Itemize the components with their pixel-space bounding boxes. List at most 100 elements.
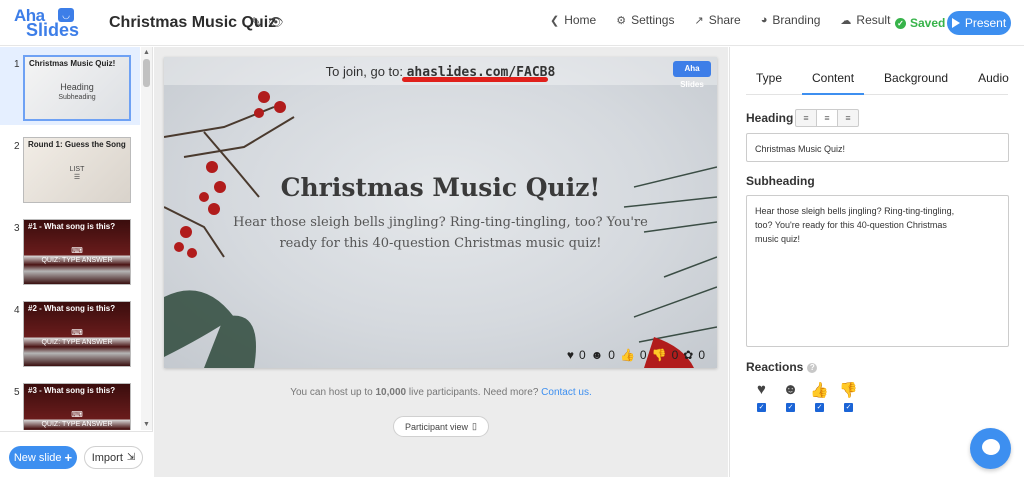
slide-list: 1 Christmas Music Quiz! Heading Subheadi… [0,47,140,430]
slide-thumb-title: Round 1: Guess the Song [28,140,126,149]
nav-share[interactable]: ↗ Share [694,13,740,27]
smile-checkbox[interactable]: ✓ [786,403,795,412]
pencil-icon[interactable]: ✎ [251,15,261,29]
slide-heading: Christmas Music Quiz! [280,173,601,202]
reactions-label-text: Reactions [746,360,804,374]
extra-reaction-icon: ✿ [683,348,694,362]
slide-list-scrollbar[interactable]: ▲ ▼ [141,47,152,430]
slide-item[interactable]: 1 Christmas Music Quiz! Heading Subheadi… [0,47,140,125]
slide-item[interactable]: 5 #3 - What song is this? ⌨ QUIZ: TYPE A… [0,375,140,430]
slide-number: 4 [14,305,20,316]
title-actions: ✎ 👁 [251,15,288,29]
text-align-group: ≡ ≡ ≡ [795,109,859,127]
nav-home-label: Home [564,13,597,27]
import-label: Import [91,451,123,464]
heading-input[interactable]: Christmas Music Quiz! [746,133,1009,162]
nav-branding[interactable]: ◕ Branding [761,13,821,27]
slide-thumb-title: #2 - What song is this? [28,304,116,313]
scroll-up-icon[interactable]: ▲ [143,49,150,56]
scroll-down-icon[interactable]: ▼ [143,421,150,428]
chat-support-button[interactable] [970,428,1011,469]
keyboard-icon: ⌨ [71,246,83,255]
thumbs-up-checkbox[interactable]: ✓ [815,403,824,412]
reaction-thumbs-down: 👎 ✓ [834,381,863,412]
nav-result[interactable]: ☁ Result [840,13,890,27]
thumbs-down-count: 0 [671,348,679,362]
smile-icon: ☻ [782,381,799,398]
ahaslides-logo[interactable]: Aha ◡ Slides [12,6,88,40]
slide-thumbnail[interactable]: Christmas Music Quiz! Heading Subheading [23,55,131,121]
thumbs-down-icon: 👎 [839,382,858,399]
tab-content[interactable]: Content [802,47,865,95]
tab-audio[interactable]: Audio [978,47,1009,95]
join-prefix: To join, go to: [325,64,403,79]
keyboard-icon: ⌨ [71,328,83,337]
slide-thumb-title: #1 - What song is this? [28,222,116,231]
slide-item[interactable]: 4 #2 - What song is this? ⌨ QUIZ: TYPE A… [0,293,140,371]
nav-settings-label: Settings [631,13,675,27]
slide-thumbnail[interactable]: #2 - What song is this? ⌨ QUIZ: TYPE ANS… [23,301,131,367]
saved-label: Saved [910,16,946,30]
slide-sidebar: 1 Christmas Music Quiz! Heading Subheadi… [0,47,153,477]
nav-share-label: Share [708,13,741,27]
thumbs-down-checkbox[interactable]: ✓ [844,403,853,412]
import-icon: ⇲ [126,452,136,463]
keyboard-icon: ⌨ [71,410,83,419]
slide-thumbnail[interactable]: #1 - What song is this? ⌨ QUIZ: TYPE ANS… [23,219,131,285]
slide-thumb-type: QUIZ: TYPE ANSWER [41,257,113,264]
extra-reaction-count: 0 [698,348,705,362]
nav-settings[interactable]: ⚙ Settings [616,13,674,27]
slide-thumbnail[interactable]: #3 - What song is this? ⌨ QUIZ: TYPE ANS… [23,383,131,430]
help-icon[interactable]: ? [807,362,818,373]
slide-settings-panel: Type Content Background Audio Heading ≡ … [729,47,1024,477]
heart-count: 0 [578,348,586,362]
slide-number: 2 [14,141,20,152]
slide-thumbnail[interactable]: Round 1: Guess the Song LIST ☰ [23,137,131,203]
slide-number: 5 [14,387,20,398]
eye-icon[interactable]: 👁 [268,15,283,29]
info-limit: 10,000 [375,387,407,398]
list-icon: ☰ [73,174,81,181]
slide-preview[interactable]: To join, go to: ahaslides.com/FACB8 Aha … [164,57,717,368]
reaction-thumbs-up: 👍 ✓ [805,381,834,412]
participant-view-label: Participant view [405,421,469,432]
slide-item[interactable]: 2 Round 1: Guess the Song LIST ☰ [0,129,140,207]
slide-thumb-subheading: Subheading [58,94,96,101]
align-left-icon[interactable]: ≡ [796,110,817,126]
slide-thumb-title: #3 - What song is this? [28,386,116,395]
slide-item[interactable]: 3 #1 - What song is this? ⌨ QUIZ: TYPE A… [0,211,140,289]
nav-home[interactable]: ❮ Home [550,13,596,27]
new-slide-button[interactable]: New slide + [9,446,77,469]
sidebar-actions: New slide + Import ⇲ [0,431,153,477]
heart-checkbox[interactable]: ✓ [757,403,766,412]
stage-ahaslides-logo: Aha Slides [673,61,711,89]
participant-view-button[interactable]: Participant view ▯ [393,416,489,437]
thumbs-down-icon: 👎 [651,348,667,362]
reaction-counts: ♥ 0 ☻ 0 👍 0 👎 0 ✿ 0 [562,348,705,362]
subheading-label: Subheading [746,174,815,188]
present-button[interactable]: Present [947,11,1011,35]
thumbs-up-icon: 👍 [619,348,635,362]
align-right-icon[interactable]: ≡ [838,110,858,126]
import-button[interactable]: Import ⇲ [84,446,143,469]
heart-icon: ♥ [757,381,766,398]
check-circle-icon: ✓ [895,17,906,29]
red-underline-annotation [402,77,548,82]
slide-thumb-type: LIST ☰ [24,166,130,181]
subheading-textarea[interactable]: Hear those sleigh bells jingling? Ring-t… [746,195,1009,347]
plus-icon: + [64,450,73,465]
thumbs-up-icon: 👍 [810,382,829,399]
nav-result-label: Result [856,13,891,27]
new-slide-label: New slide [13,451,62,464]
scrollbar-thumb[interactable] [143,59,150,87]
gear-icon: ⚙ [616,14,627,27]
align-center-icon[interactable]: ≡ [817,110,838,126]
tab-type[interactable]: Type [756,47,782,95]
nav-branding-label: Branding [772,13,821,27]
tab-background[interactable]: Background [884,47,948,95]
slide-number: 1 [14,59,20,70]
contact-us-link[interactable]: Contact us. [541,387,592,398]
logo-text-slides: Slides [26,20,80,40]
cloud-download-icon: ☁ [840,14,852,27]
editor-canvas: To join, go to: ahaslides.com/FACB8 Aha … [154,47,728,477]
